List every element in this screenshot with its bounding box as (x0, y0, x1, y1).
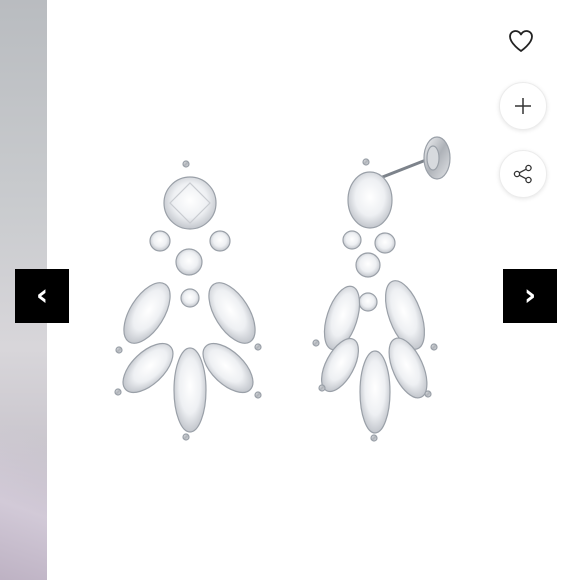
right-earring (312, 136, 451, 442)
wishlist-button[interactable] (500, 20, 542, 62)
zoom-button[interactable] (499, 82, 547, 130)
chevron-right-icon: › (523, 278, 537, 313)
heart-icon (509, 30, 533, 52)
plus-icon (515, 98, 531, 114)
product-image-viewer: ‹ › (0, 0, 580, 580)
chevron-left-icon: ‹ (35, 278, 49, 313)
next-image-button[interactable]: › (503, 269, 557, 323)
earrings-product-image (114, 136, 451, 442)
share-button[interactable] (499, 150, 547, 198)
share-icon (513, 164, 532, 184)
previous-image-button[interactable]: ‹ (15, 269, 69, 323)
left-earring (114, 160, 262, 441)
